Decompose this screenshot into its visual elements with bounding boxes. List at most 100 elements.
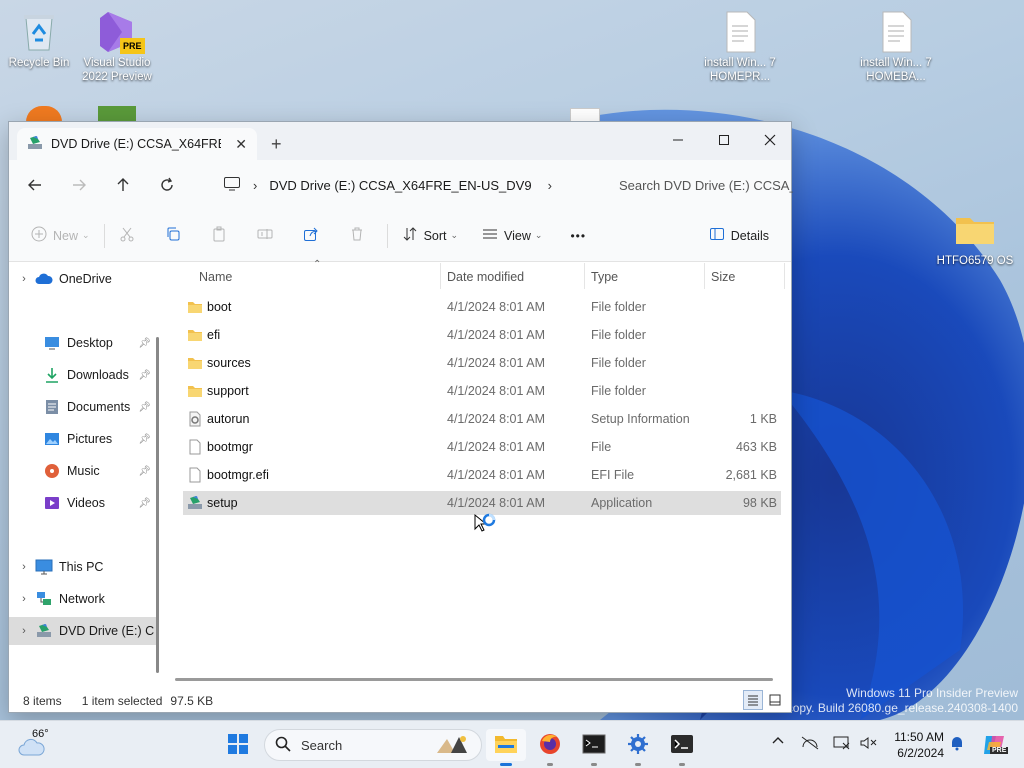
pin-icon[interactable]: 📌︎ — [138, 434, 151, 445]
desktop-icon-install-win7-homepr[interactable]: install Win... 7 HOMEPR... — [701, 8, 779, 84]
pin-icon[interactable]: 📌︎ — [138, 498, 151, 509]
notification-bell-icon[interactable] — [948, 735, 966, 751]
chevron-right-icon[interactable]: › — [15, 561, 33, 573]
pin-icon[interactable]: 📌︎ — [138, 402, 151, 413]
pin-icon[interactable]: 📌︎ — [138, 338, 151, 349]
desktop-icon-install-win7-homeba[interactable]: install Win... 7 HOMEBA... — [857, 8, 935, 84]
taskbar-settings-app[interactable] — [618, 729, 658, 766]
share-button[interactable] — [295, 220, 327, 252]
chevron-right-icon[interactable]: › — [15, 593, 33, 605]
file-row-support[interactable]: support 4/1/2024 8:01 AM File folder — [183, 379, 781, 403]
cut-button[interactable] — [111, 220, 143, 252]
tiles-view-button[interactable] — [765, 690, 785, 710]
sort-button[interactable]: Sort ⌄ — [394, 220, 466, 252]
pin-icon[interactable]: 📌︎ — [138, 370, 151, 381]
column-header-type[interactable]: Type — [591, 263, 618, 291]
desktop-icon-partial-2[interactable] — [98, 106, 136, 122]
desktop-icon-visual-studio[interactable]: PRE Visual Studio 2022 Preview — [78, 8, 156, 84]
file-list-scrollbar[interactable] — [175, 678, 773, 681]
clipboard-icon — [211, 226, 227, 245]
file-size: 463 KB — [735, 440, 777, 454]
navigation-pane: › OneDrive Desktop 📌︎ Downloads 📌︎ Docum… — [9, 263, 163, 681]
taskbar-search[interactable]: Search — [264, 729, 482, 761]
show-hidden-icons-chevron-icon[interactable] — [770, 735, 786, 745]
details-pane-button[interactable]: Details — [701, 220, 777, 252]
minimize-button[interactable] — [655, 126, 701, 154]
desktop-icon-recycle-bin[interactable]: Recycle Bin — [0, 8, 78, 70]
search-input[interactable]: Search DVD Drive (E:) CCSA_ — [607, 168, 793, 202]
desktop-icon-partial-3[interactable] — [570, 108, 600, 122]
rename-icon — [257, 226, 273, 245]
new-tab-button[interactable]: + — [271, 134, 282, 155]
view-button[interactable]: View ⌄ — [474, 220, 550, 252]
desktop-icon-partial-1[interactable] — [26, 106, 62, 122]
network-offline-icon[interactable] — [800, 735, 820, 751]
column-header-name[interactable]: Name — [199, 263, 232, 291]
file-row-boot[interactable]: boot 4/1/2024 8:01 AM File folder — [183, 295, 781, 319]
paste-button[interactable] — [203, 220, 235, 252]
running-indicator — [635, 763, 641, 766]
more-options-button[interactable]: ••• — [562, 220, 594, 252]
close-window-button[interactable] — [747, 126, 793, 154]
display-icon[interactable] — [832, 735, 852, 751]
column-divider[interactable] — [584, 263, 585, 289]
taskbar-terminal[interactable] — [662, 729, 702, 766]
address-bar[interactable]: › DVD Drive (E:) CCSA_X64FRE_EN-US_DV9 › — [217, 168, 601, 202]
selection-count: 1 item selected — [81, 694, 163, 708]
refresh-button[interactable] — [145, 168, 189, 202]
file-row-autorun[interactable]: autorun 4/1/2024 8:01 AM Setup Informati… — [183, 407, 781, 431]
file-row-bootmgr[interactable]: bootmgr 4/1/2024 8:01 AM File 463 KB — [183, 435, 781, 459]
column-divider[interactable] — [784, 263, 785, 289]
tab-dvd-drive[interactable]: DVD Drive (E:) CCSA_X64FRE_E ✕ — [17, 128, 257, 160]
maximize-button[interactable] — [701, 126, 747, 154]
sidebar-item-onedrive[interactable]: › OneDrive — [9, 265, 157, 293]
details-view-button[interactable] — [743, 690, 763, 710]
gear-icon — [626, 732, 650, 759]
column-header-size[interactable]: Size — [711, 263, 735, 291]
sidebar-item-dvd-drive[interactable]: › DVD Drive (E:) C — [9, 617, 157, 645]
pin-icon[interactable]: 📌︎ — [138, 466, 151, 477]
sidebar-item-pictures[interactable]: Pictures 📌︎ — [9, 425, 157, 453]
file-row-bootmgr-efi[interactable]: bootmgr.efi 4/1/2024 8:01 AM EFI File 2,… — [183, 463, 781, 487]
command-prompt-icon — [582, 734, 606, 757]
sidebar-item-downloads[interactable]: Downloads 📌︎ — [9, 361, 157, 389]
taskbar-firefox[interactable] — [530, 729, 570, 766]
sidebar-item-desktop[interactable]: Desktop 📌︎ — [9, 329, 157, 357]
sidebar-item-videos[interactable]: Videos 📌︎ — [9, 489, 157, 517]
breadcrumb-chevron-icon[interactable]: › — [548, 178, 552, 193]
file-row-sources[interactable]: sources 4/1/2024 8:01 AM File folder — [183, 351, 781, 375]
sidebar-item-network[interactable]: › Network — [9, 585, 157, 613]
start-button[interactable] — [218, 729, 258, 761]
file-row-setup[interactable]: setup 4/1/2024 8:01 AM Application 98 KB — [183, 491, 781, 515]
breadcrumb[interactable]: DVD Drive (E:) CCSA_X64FRE_EN-US_DV9 — [269, 178, 531, 193]
column-divider[interactable] — [704, 263, 705, 289]
sidebar-item-documents[interactable]: Documents 📌︎ — [9, 393, 157, 421]
desktop-icon-htfo6579[interactable]: HTFO6579 OS — [936, 206, 1014, 268]
close-tab-icon[interactable]: ✕ — [235, 136, 247, 153]
weather-widget[interactable]: 66° — [18, 728, 54, 761]
copy-button[interactable] — [157, 220, 189, 252]
file-type: File folder — [591, 384, 646, 398]
taskbar-file-explorer[interactable] — [486, 729, 526, 766]
column-divider[interactable] — [440, 263, 441, 289]
rename-button[interactable] — [249, 220, 281, 252]
delete-button[interactable] — [341, 220, 373, 252]
new-button[interactable]: New ⌄ — [23, 220, 98, 252]
forward-button[interactable] — [57, 168, 101, 202]
column-header-date[interactable]: Date modified — [447, 263, 524, 291]
file-size: 1 KB — [749, 412, 777, 426]
chevron-right-icon[interactable]: › — [15, 625, 33, 637]
pictures-icon — [43, 431, 61, 447]
sidebar-item-this-pc[interactable]: › This PC — [9, 553, 157, 581]
taskbar-command-prompt[interactable] — [574, 729, 614, 766]
clock[interactable]: 11:50 AM 6/2/2024 — [882, 729, 944, 761]
file-date: 4/1/2024 8:01 AM — [447, 468, 545, 482]
back-button[interactable] — [13, 168, 57, 202]
copilot-icon[interactable]: PRE — [980, 731, 1009, 759]
chevron-right-icon[interactable]: › — [15, 273, 33, 285]
volume-muted-icon[interactable] — [858, 735, 878, 751]
file-row-efi[interactable]: efi 4/1/2024 8:01 AM File folder — [183, 323, 781, 347]
up-button[interactable] — [101, 168, 145, 202]
sidebar-item-music[interactable]: Music 📌︎ — [9, 457, 157, 485]
sidebar-scrollbar[interactable] — [156, 337, 159, 673]
